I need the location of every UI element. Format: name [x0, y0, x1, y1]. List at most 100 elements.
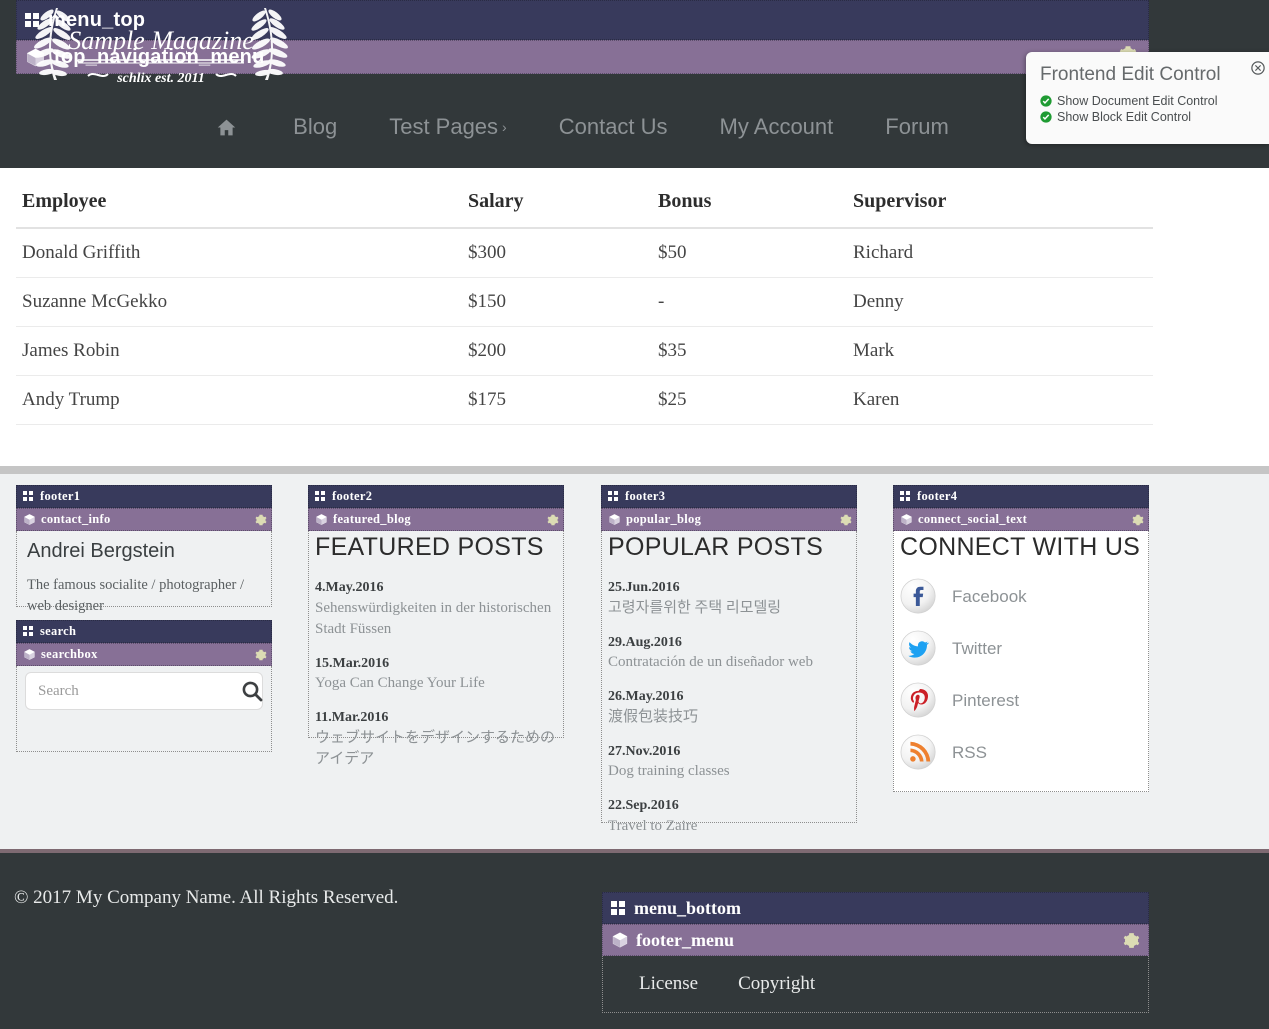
post-date: 25.Jun.2016	[608, 580, 680, 595]
post-link[interactable]: Sehenswürdigkeiten in der historischen S…	[315, 598, 557, 640]
container-name-menu-bottom: menu_bottom	[634, 897, 741, 918]
container-header-search[interactable]: search	[16, 620, 272, 643]
social-label-facebook: Facebook	[952, 587, 1027, 606]
table-header-employee: Employee	[16, 182, 462, 229]
cube-icon	[23, 513, 36, 526]
block-settings-gear-contact-info[interactable]	[255, 514, 267, 526]
search-form[interactable]	[25, 672, 263, 710]
home-icon	[216, 117, 237, 138]
container-header-menu-bottom[interactable]: menu_bottom	[602, 892, 1149, 924]
cell-supervisor: Karen	[847, 375, 1153, 425]
container-header-footer2[interactable]: footer2	[308, 485, 564, 508]
table-row: James Robin $200 $35 Mark	[16, 326, 1153, 376]
block-header-contact-info[interactable]: contact_info	[16, 508, 272, 531]
social-link-pinterest[interactable]: Pinterest	[900, 682, 1142, 720]
footer-region: footer1 contact_info Andrei Bergstein Th…	[0, 474, 1269, 849]
block-settings-gear-connect-social-text[interactable]	[1132, 514, 1144, 526]
post-link[interactable]: Travel to Zaire	[608, 816, 850, 837]
container-header-footer4[interactable]: footer4	[893, 485, 1149, 508]
footer-menu-item-copyright[interactable]: Copyright	[738, 973, 815, 995]
cell-bonus: $35	[652, 326, 847, 376]
cell-salary: $150	[462, 277, 652, 327]
post-link[interactable]: Dog training classes	[608, 761, 850, 782]
post-link[interactable]: ウェブサイトをデザインするためのアイデア	[315, 728, 557, 770]
block-name-searchbox: searchbox	[41, 647, 98, 661]
footer-menu-item-license[interactable]: License	[639, 973, 698, 995]
footer-divider	[0, 466, 1269, 474]
twitter-icon	[900, 630, 938, 668]
grid-icon	[900, 491, 911, 502]
site-logo[interactable]: Sample Magazine schlix est. 2011	[16, 0, 306, 88]
rss-icon	[900, 734, 938, 772]
post-link[interactable]: Yoga Can Change Your Life	[315, 673, 557, 694]
container-header-footer1[interactable]: footer1	[16, 485, 272, 508]
toggle-show-document-edit-control[interactable]: Show Document Edit Control	[1040, 94, 1255, 108]
social-label-rss: RSS	[952, 743, 987, 762]
block-header-featured-blog[interactable]: featured_blog	[308, 508, 564, 531]
cell-bonus: -	[652, 277, 847, 327]
block-header-connect-social-text[interactable]: connect_social_text	[893, 508, 1149, 531]
block-body-searchbox	[16, 666, 272, 752]
close-icon[interactable]	[1251, 61, 1265, 75]
grid-icon	[608, 491, 619, 502]
featured-posts-title: FEATURED POSTS	[315, 533, 544, 561]
svg-text:Sample Magazine: Sample Magazine	[68, 26, 254, 55]
block-settings-gear-searchbox[interactable]	[255, 649, 267, 661]
contact-name: Andrei Bergstein	[27, 540, 175, 562]
block-settings-gear-popular-blog[interactable]	[840, 514, 852, 526]
block-settings-gear-footer-menu[interactable]	[1123, 932, 1140, 949]
nav-item-my-account[interactable]: My Account	[694, 114, 860, 140]
employee-table: Employee Salary Bonus Supervisor Donald …	[16, 182, 1153, 425]
container-name-footer3: footer3	[625, 489, 666, 503]
table-row: Andy Trump $175 $25 Karen	[16, 375, 1153, 425]
connect-with-us-title: CONNECT WITH US	[900, 533, 1141, 561]
nav-item-contact-us[interactable]: Contact Us	[533, 114, 694, 140]
container-name-footer1: footer1	[40, 489, 81, 503]
search-submit-button[interactable]	[234, 678, 270, 704]
post-link[interactable]: 渡假包装技巧	[608, 707, 850, 728]
nav-item-test-pages[interactable]: Test Pages ›	[363, 114, 533, 140]
nav-item-blog[interactable]: Blog	[267, 114, 363, 140]
container-name-footer4: footer4	[917, 489, 958, 503]
table-header-bonus: Bonus	[652, 182, 847, 229]
block-settings-gear-featured-blog[interactable]	[547, 514, 559, 526]
header-inner: menu_top top_navigation_menu Sample Maga…	[16, 0, 1149, 168]
footer-column-2: footer2 featured_blog FEATURED POSTS 4.M…	[308, 485, 564, 767]
cell-supervisor: Denny	[847, 277, 1153, 327]
post-date: 11.Mar.2016	[315, 710, 389, 726]
post-link[interactable]: 고령자를위한 주택 리모델링	[608, 598, 850, 619]
nav-item-home[interactable]	[190, 117, 267, 138]
check-circle-icon	[1040, 111, 1052, 123]
label-show-block-edit-control: Show Block Edit Control	[1057, 110, 1192, 124]
block-name-connect-social-text: connect_social_text	[918, 512, 1028, 526]
nav-label-contact-us: Contact Us	[558, 114, 668, 139]
list-item: 22.Sep.2016 Travel to Zaire	[608, 796, 850, 837]
bottom-menu-wrapper: menu_bottom footer_menu License Copyrigh…	[602, 892, 1149, 1013]
social-link-rss[interactable]: RSS	[900, 734, 1142, 772]
block-header-footer-menu[interactable]: footer_menu	[602, 924, 1149, 956]
cell-bonus: $25	[652, 375, 847, 425]
container-header-footer3[interactable]: footer3	[601, 485, 857, 508]
block-header-popular-blog[interactable]: popular_blog	[601, 508, 857, 531]
grid-icon	[315, 491, 326, 502]
cell-supervisor: Mark	[847, 326, 1153, 376]
post-link[interactable]: Contratación de un diseñador web	[608, 652, 850, 673]
list-item: 29.Aug.2016 Contratación de un diseñador…	[608, 633, 850, 674]
search-input[interactable]	[26, 682, 234, 700]
frontend-edit-control-panel[interactable]: Frontend Edit Control Show Document Edit…	[1026, 52, 1269, 144]
block-header-searchbox[interactable]: searchbox	[16, 643, 272, 666]
cell-bonus: $50	[652, 228, 847, 278]
list-item: 25.Jun.2016 고령자를위한 주택 리모델링	[608, 578, 850, 619]
nav-item-forum[interactable]: Forum	[859, 114, 975, 140]
grid-icon	[23, 626, 34, 637]
footer-column-4: footer4 connect_social_text CONNECT WITH…	[893, 485, 1149, 792]
nav-label-test-pages: Test Pages	[389, 114, 499, 139]
social-link-twitter[interactable]: Twitter	[900, 630, 1142, 668]
post-date: 27.Nov.2016	[608, 743, 681, 759]
toggle-show-block-edit-control[interactable]: Show Block Edit Control	[1040, 110, 1255, 124]
frontend-edit-control-title: Frontend Edit Control	[1040, 64, 1221, 85]
social-link-facebook[interactable]: Facebook	[900, 578, 1142, 616]
list-item: 4.May.2016 Sehenswürdigkeiten in der his…	[315, 578, 557, 640]
block-body-connect-social-text: CONNECT WITH US Facebook Twitter Pintere…	[893, 531, 1149, 792]
primary-navigation: Blog Test Pages › Contact Us My Account …	[16, 96, 1149, 158]
